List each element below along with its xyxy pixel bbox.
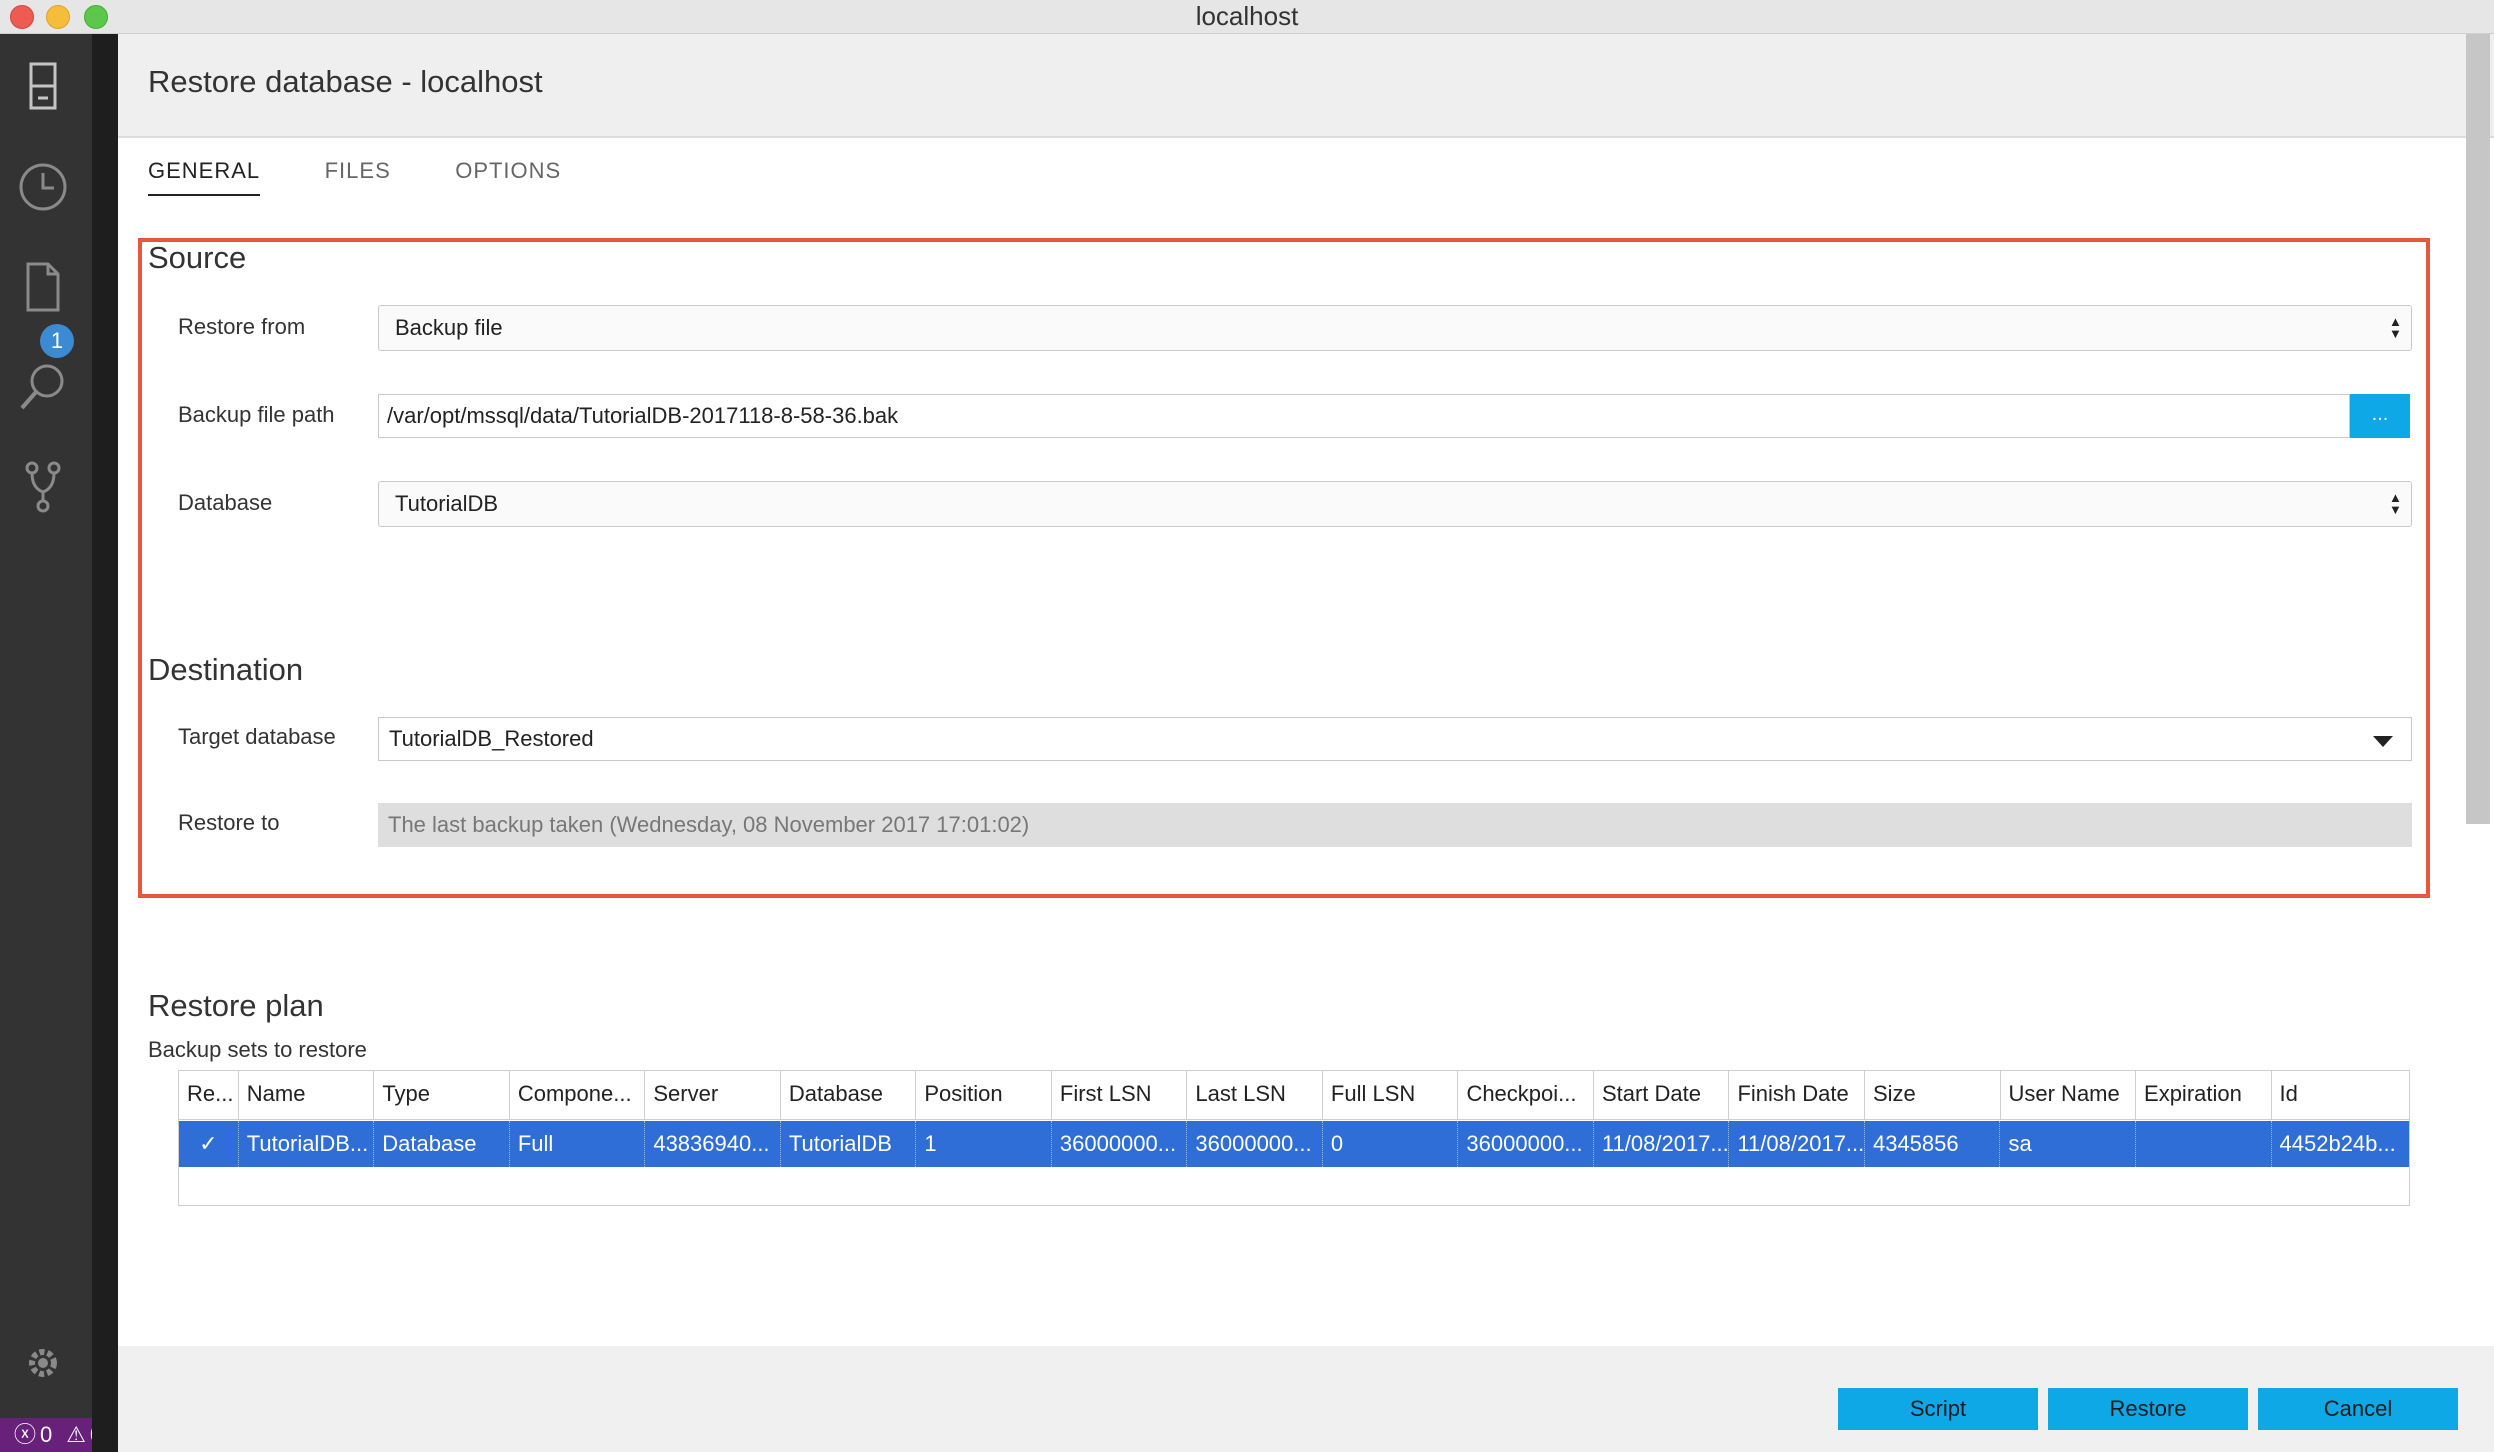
vertical-scrollbar[interactable] [2466, 34, 2490, 824]
cell-first-lsn: 36000000... [1052, 1121, 1188, 1167]
backup-file-path-input[interactable]: /var/opt/mssql/data/TutorialDB-2017118-8… [378, 394, 2350, 438]
error-count: 0 [40, 1422, 53, 1447]
column-header-server[interactable]: Server [645, 1071, 781, 1119]
database-label: Database [178, 490, 273, 515]
dialog-footer: Script Restore Cancel [118, 1346, 2494, 1452]
browse-button[interactable]: ... [2350, 394, 2410, 438]
cell-finish-date: 11/08/2017... [1729, 1121, 1865, 1167]
column-header-full-lsn[interactable]: Full LSN [1323, 1071, 1459, 1119]
maximize-window-button[interactable] [84, 5, 108, 29]
dialog-tabs: GENERAL FILES OPTIONS [148, 158, 621, 218]
file-count-badge: 1 [40, 324, 74, 358]
column-header-start-date[interactable]: Start Date [1594, 1071, 1730, 1119]
target-database-label: Target database [178, 724, 336, 749]
tab-files[interactable]: FILES [325, 158, 391, 194]
tab-options[interactable]: OPTIONS [455, 158, 561, 194]
backup-file-path-label: Backup file path [178, 402, 335, 427]
cell-start-date: 11/08/2017... [1594, 1121, 1730, 1167]
column-header-size[interactable]: Size [1865, 1071, 2001, 1119]
updown-chevron-icon: ▲ ▼ [2389, 314, 2402, 341]
column-header-first-lsn[interactable]: First LSN [1052, 1071, 1188, 1119]
tab-general[interactable]: GENERAL [148, 158, 261, 196]
restore-from-select[interactable]: Backup file ▲ ▼ [378, 305, 2412, 351]
column-header-checkpoint[interactable]: Checkpoi... [1458, 1071, 1594, 1119]
file-icon[interactable] [14, 258, 72, 316]
dialog-title: Restore database - localhost [148, 64, 543, 99]
settings-gear-icon[interactable] [14, 1334, 72, 1392]
cell-name: TutorialDB... [239, 1121, 375, 1167]
column-header-database[interactable]: Database [781, 1071, 917, 1119]
column-header-type[interactable]: Type [374, 1071, 510, 1119]
column-header-name[interactable]: Name [239, 1071, 375, 1119]
target-database-value: TutorialDB_Restored [389, 726, 594, 751]
cell-component: Full [510, 1121, 646, 1167]
window-titlebar: localhost [0, 0, 2494, 34]
source-control-icon[interactable] [14, 458, 72, 516]
column-header-last-lsn[interactable]: Last LSN [1187, 1071, 1323, 1119]
column-header-user-name[interactable]: User Name [2001, 1071, 2137, 1119]
cell-full-lsn: 0 [1323, 1121, 1459, 1167]
cell-id: 4452b24b... [2279, 1131, 2396, 1156]
cell-position: 1 [916, 1121, 1052, 1167]
table-row[interactable]: ✓ TutorialDB... Database Full 43836940..… [179, 1121, 2409, 1167]
column-header-id[interactable]: Id [2272, 1071, 2410, 1119]
restore-to-field: The last backup taken (Wednesday, 08 Nov… [378, 803, 2412, 847]
updown-chevron-icon: ▲ ▼ [2389, 490, 2402, 517]
window-title: localhost [1195, 1, 1299, 31]
dialog-header: Restore database - localhost [118, 34, 2494, 138]
restore-plan-heading: Restore plan [148, 988, 324, 1023]
column-header-finish-date[interactable]: Finish Date [1729, 1071, 1865, 1119]
warning-icon: ⚠ [66, 1422, 86, 1447]
history-icon[interactable] [14, 158, 72, 216]
search-icon[interactable] [14, 358, 72, 416]
activity-bar: 1 [0, 34, 92, 1418]
cell-user-name: sa [2000, 1121, 2136, 1167]
restore-dialog: Restore database - localhost GENERAL FIL… [118, 34, 2494, 1452]
cell-last-lsn: 36000000... [1187, 1121, 1323, 1167]
error-icon: ⓧ [14, 1422, 37, 1447]
cell-server: 43836940... [645, 1121, 781, 1167]
chevron-down-icon[interactable] [2373, 736, 2393, 747]
restore-from-label: Restore from [178, 314, 306, 339]
destination-heading: Destination [148, 652, 304, 687]
restore-checkbox[interactable]: ✓ [179, 1121, 239, 1167]
restore-button[interactable]: Restore [2048, 1388, 2248, 1430]
column-header-component[interactable]: Compone... [510, 1071, 646, 1119]
backup-sets-table: Re... Name Type Compone... Server Databa… [178, 1070, 2410, 1206]
column-header-position[interactable]: Position [916, 1071, 1052, 1119]
cell-expiration [2136, 1121, 2272, 1167]
cancel-button[interactable]: Cancel [2258, 1388, 2458, 1430]
cell-type: Database [374, 1121, 510, 1167]
restore-from-value: Backup file [395, 315, 503, 340]
column-header-restore[interactable]: Re... [179, 1071, 239, 1119]
backup-sets-subheading: Backup sets to restore [148, 1037, 367, 1062]
cell-database: TutorialDB [781, 1121, 917, 1167]
editor-background [92, 34, 118, 1452]
table-header: Re... Name Type Compone... Server Databa… [179, 1071, 2409, 1120]
close-window-button[interactable] [10, 5, 34, 29]
minimize-window-button[interactable] [46, 5, 70, 29]
script-button[interactable]: Script [1838, 1388, 2038, 1430]
database-select[interactable]: TutorialDB ▲ ▼ [378, 481, 2412, 527]
target-database-combobox[interactable]: TutorialDB_Restored [378, 717, 2412, 761]
servers-icon[interactable] [14, 58, 72, 116]
database-value: TutorialDB [395, 491, 499, 516]
source-heading: Source [148, 240, 247, 275]
column-header-expiration[interactable]: Expiration [2136, 1071, 2272, 1119]
restore-to-label: Restore to [178, 810, 280, 835]
cell-size: 4345856 [1865, 1121, 2001, 1167]
cell-checkpoint: 36000000... [1458, 1121, 1594, 1167]
